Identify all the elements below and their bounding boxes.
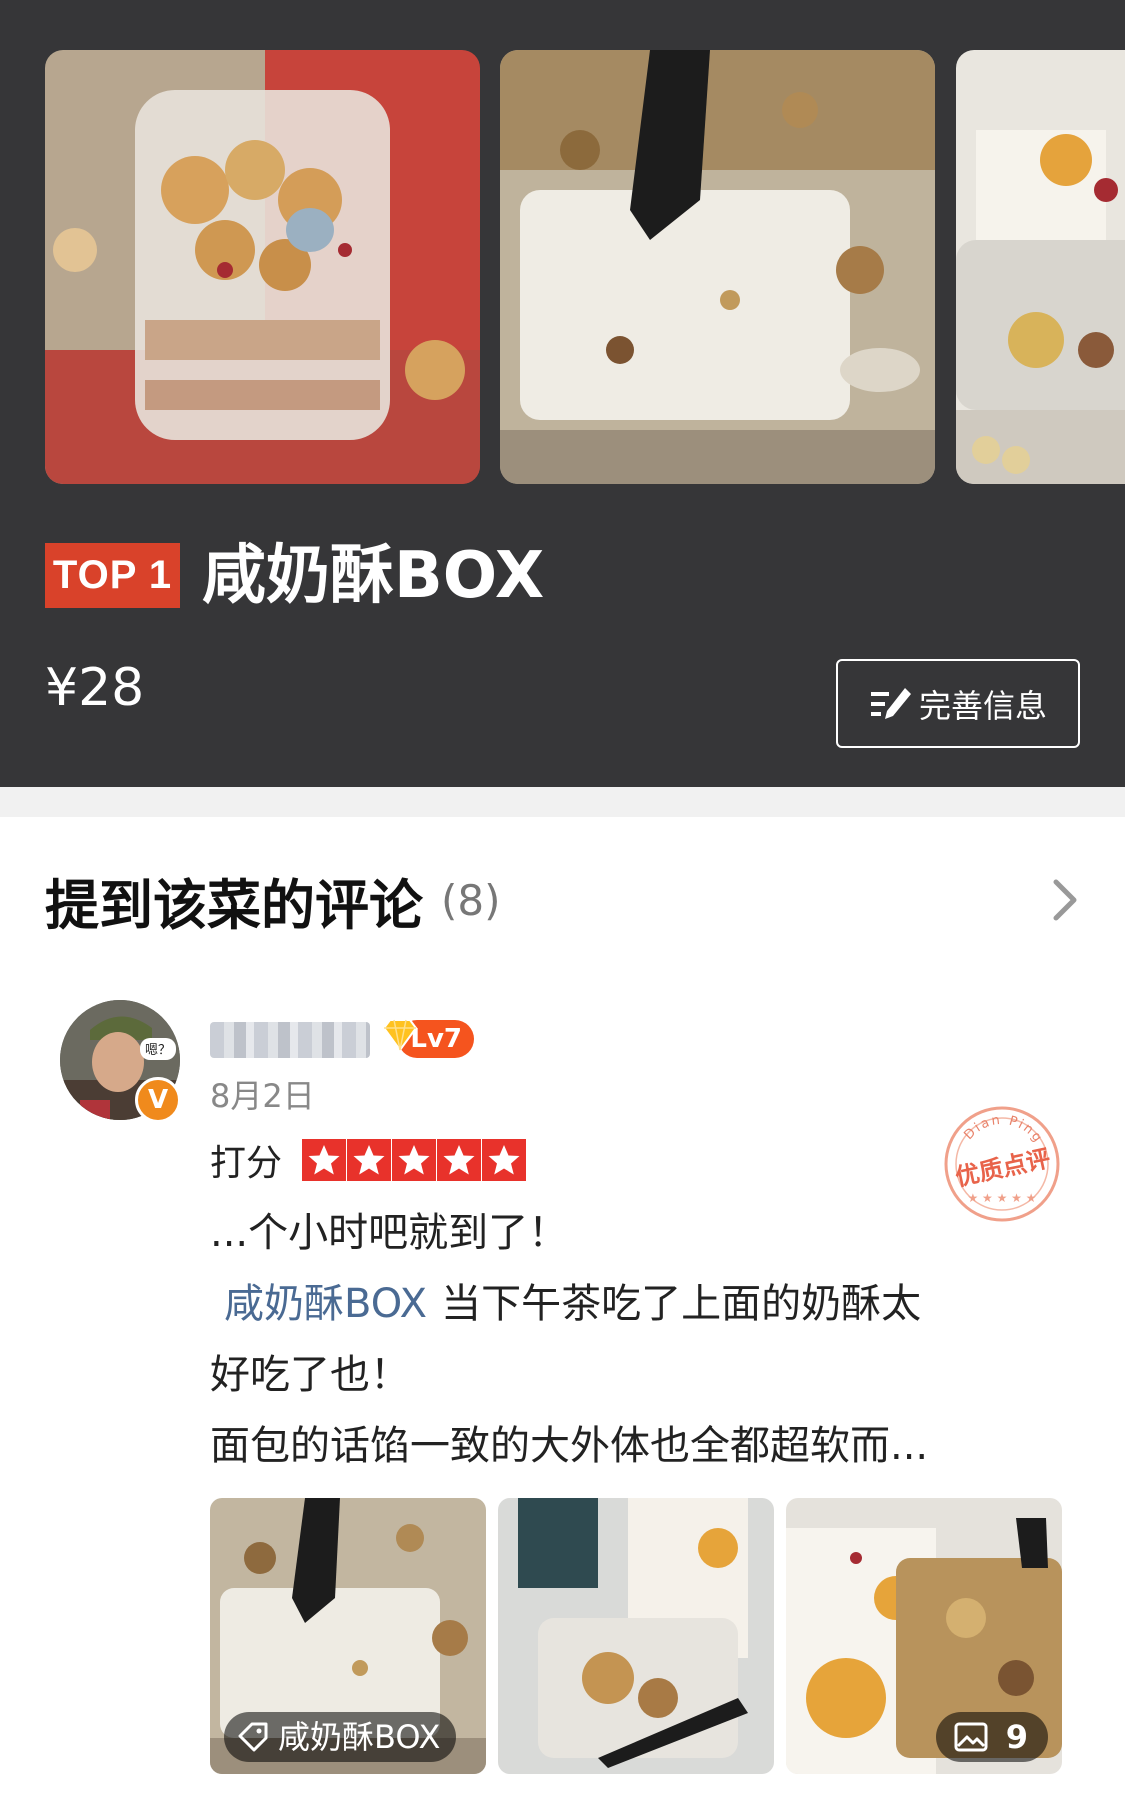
improve-info-button[interactable]: 完善信息 (836, 659, 1080, 748)
verified-badge: V (135, 1077, 181, 1123)
star-icon (302, 1139, 348, 1181)
dish-tag-label: 咸奶酥BOX (278, 1718, 441, 1756)
product-photo[interactable] (45, 50, 480, 484)
rating-row: 打分 (210, 1138, 528, 1184)
dish-link[interactable]: 咸奶酥BOX (210, 1281, 427, 1327)
review-count: (8) (441, 875, 501, 925)
chevron-right-icon[interactable] (1050, 876, 1080, 924)
section-title: 提到该菜的评论 (45, 873, 423, 937)
product-photo[interactable] (956, 50, 1125, 484)
star-icon (437, 1139, 483, 1181)
star-icon (392, 1139, 438, 1181)
review-line-text: 当下午茶吃了上面的奶酥太 (441, 1281, 922, 1327)
improve-info-label: 完善信息 (918, 686, 1047, 725)
edit-list-icon (870, 687, 911, 719)
image-icon (954, 1722, 988, 1752)
rank-badge: TOP 1 (45, 543, 180, 608)
review-line: 面包的话馅一致的大外体也全都超软而... (210, 1423, 929, 1469)
review-date: 8月2日 (210, 1077, 315, 1115)
stamp-main-text: 优质点评 (953, 1144, 1053, 1191)
tag-icon (238, 1722, 268, 1752)
product-header: TOP 1 咸奶酥BOX ¥28 完善信息 (0, 0, 1125, 787)
level-badge: Lv7 (382, 1018, 474, 1058)
review-line: ...个小时吧就到了！ (210, 1210, 569, 1256)
star-rating (302, 1139, 528, 1181)
review-line: 好吃了也！ (210, 1352, 410, 1398)
rating-label: 打分 (210, 1143, 283, 1184)
dish-title: 咸奶酥BOX (202, 539, 545, 613)
product-photo-carousel[interactable] (0, 50, 1125, 486)
review-body[interactable]: ...个小时吧就到了！ 咸奶酥BOX 当下午茶吃了上面的奶酥太 好吃了也！ 面包的… (210, 1198, 1050, 1482)
review-photos: 咸奶酥BOX 9 (210, 1498, 1062, 1774)
photo-count: 9 (1005, 1718, 1028, 1756)
star-icon (347, 1139, 393, 1181)
photo-count-badge[interactable]: 9 (935, 1712, 1048, 1762)
avatar-caption: 嗯？ (145, 1043, 171, 1058)
star-icon (482, 1139, 528, 1181)
product-photo[interactable] (500, 50, 935, 484)
dish-tag[interactable]: 咸奶酥BOX (224, 1712, 457, 1762)
review-photo[interactable] (498, 1498, 774, 1774)
review-line: 咸奶酥BOX 当下午茶吃了上面的奶酥太 (210, 1269, 1050, 1340)
username-redacted[interactable] (210, 1022, 370, 1058)
dish-price: ¥28 (45, 658, 145, 718)
reviews-header[interactable]: 提到该菜的评论 (8) (45, 862, 1080, 938)
review-photo[interactable]: 9 (786, 1498, 1062, 1774)
diamond-icon (382, 1019, 418, 1052)
review-photo[interactable]: 咸奶酥BOX (210, 1498, 486, 1774)
section-divider (0, 787, 1125, 817)
